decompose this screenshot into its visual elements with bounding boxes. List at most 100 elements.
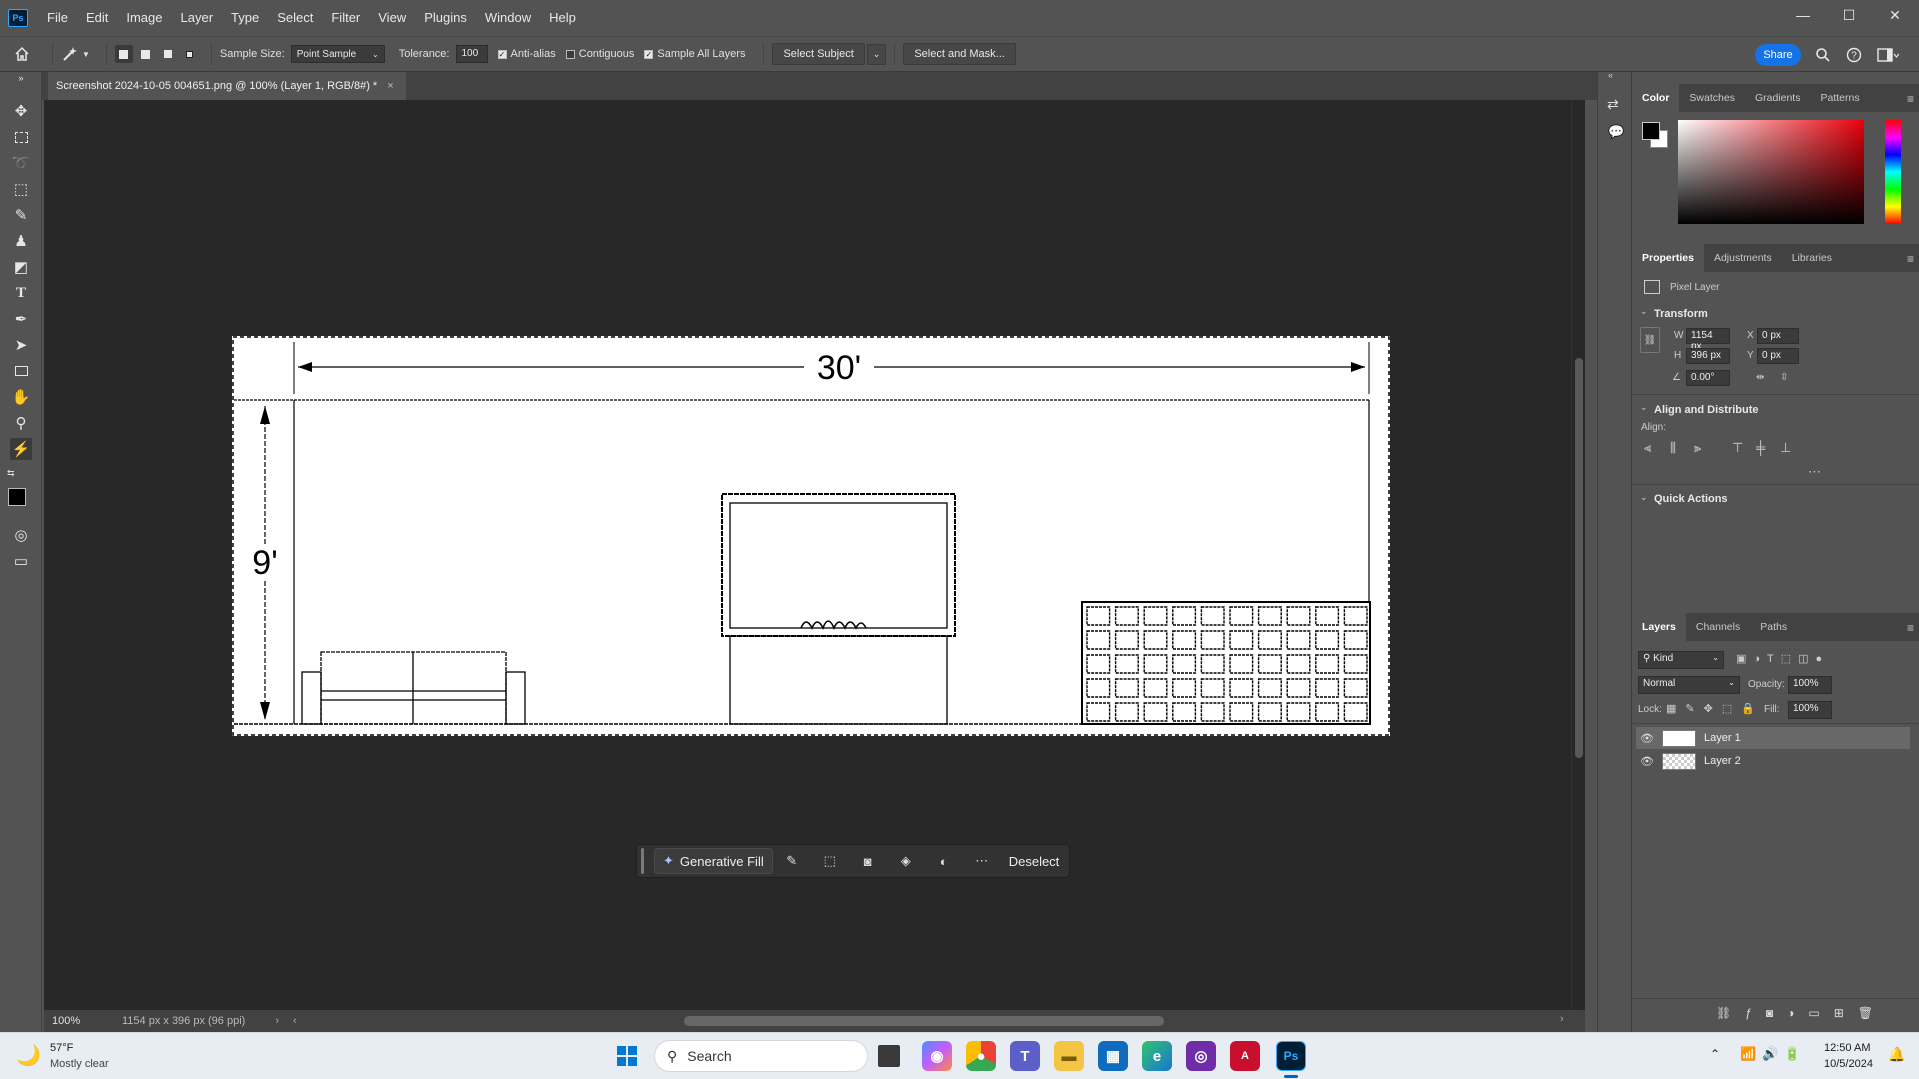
layer-filter-icons[interactable]: ▣◑T⬚◫● [1736,652,1829,665]
copilot-icon[interactable]: ◉ [922,1041,952,1071]
history-icon[interactable]: ⇄ [1607,96,1619,113]
tab-channels[interactable]: Channels [1686,613,1750,641]
sample-all-layers-checkbox[interactable]: ✓ Sample All Layers [644,48,745,60]
sample-size-select[interactable]: Point Sample ⌄ [290,45,385,63]
width-field[interactable]: 1154 px [1686,328,1730,352]
opacity-input[interactable]: 100% [1788,676,1832,694]
invert-selection-icon[interactable]: ⬚ [811,848,849,874]
flip-horizontal-icon[interactable]: ⇹ [1756,372,1764,383]
chevron-right-icon[interactable]: › [275,1015,279,1027]
tab-adjustments[interactable]: Adjustments [1704,244,1782,272]
visibility-eye-icon[interactable]: 👁 [1636,732,1658,745]
tab-libraries[interactable]: Libraries [1782,244,1842,272]
document-image[interactable]: 30' 9' [232,336,1390,736]
menu-layer[interactable]: Layer [172,0,223,36]
select-subject-button[interactable]: Select Subject [772,43,865,65]
clock-time[interactable]: 12:50 AM [1824,1042,1870,1054]
add-to-selection-button[interactable] [137,45,155,63]
adjustment-layer-icon[interactable]: ◐ [925,848,963,874]
layer-name[interactable]: Layer 2 [1704,755,1741,767]
select-subject-dropdown[interactable]: ⌄ [866,43,887,65]
minimize-button[interactable]: — [1780,0,1826,30]
photoshop-taskbar-icon[interactable]: Ps [1276,1041,1306,1071]
move-tool-icon[interactable]: ✥ [10,100,32,122]
document-tab[interactable]: Screenshot 2024-10-05 004651.png @ 100% … [48,72,406,100]
align-top-icon[interactable]: ⊤ [1732,440,1743,456]
horizontal-scroll-thumb[interactable] [684,1016,1164,1026]
workspace-icon[interactable] [1877,47,1899,63]
zoom-tool-icon[interactable]: ⚲ [10,412,32,434]
close-window-button[interactable]: ✕ [1872,0,1918,30]
new-selection-button[interactable] [114,45,133,63]
angle-field[interactable]: 0.00° [1686,370,1730,386]
magic-wand-tool-icon[interactable]: ⚡ [10,438,32,460]
show-hidden-icons[interactable]: ⌃ [1710,1047,1720,1061]
panel-menu-icon[interactable]: ≡ [1907,92,1914,106]
color-saturation-field[interactable] [1678,120,1864,224]
menu-help[interactable]: Help [540,0,585,36]
vertical-scrollbar[interactable] [1571,100,1585,1010]
menu-window[interactable]: Window [476,0,540,36]
layer-row-layer-2[interactable]: 👁 Layer 2 [1636,750,1910,772]
more-options-icon[interactable]: ⋯ [963,848,1001,874]
drag-handle[interactable] [641,848,644,874]
vertical-scroll-thumb[interactable] [1575,358,1583,758]
menu-edit[interactable]: Edit [77,0,117,36]
path-selection-tool-icon[interactable]: ➤ [10,334,32,356]
taskbar-search[interactable]: ⚲ Search [654,1040,868,1072]
layer-row-layer-1[interactable]: 👁 Layer 1 [1636,727,1910,749]
tab-properties[interactable]: Properties [1632,244,1704,272]
visibility-eye-icon[interactable]: 👁 [1636,755,1658,768]
help-icon[interactable]: ? [1846,47,1862,63]
foreground-color-swatch[interactable] [8,488,26,506]
maximize-button[interactable]: ☐ [1826,0,1872,30]
weather-desc[interactable]: Mostly clear [50,1058,109,1070]
type-tool-icon[interactable]: T [10,282,32,304]
panel-menu-icon[interactable]: ≡ [1907,252,1914,266]
tab-swatches[interactable]: Swatches [1679,84,1745,112]
more-align-options-icon[interactable]: ⋯ [1808,464,1821,480]
search-icon[interactable] [1815,47,1831,63]
tab-paths[interactable]: Paths [1750,613,1797,641]
marquee-tool-icon[interactable] [10,126,32,148]
stamp-tool-icon[interactable]: ♟ [10,230,32,252]
tool-preset-picker[interactable]: ▼ [61,45,90,63]
menu-view[interactable]: View [369,0,415,36]
tab-gradients[interactable]: Gradients [1745,84,1811,112]
screen-mode-icon[interactable]: ▭ [10,550,32,572]
pen-tool-icon[interactable]: ✒ [10,308,32,330]
close-tab-icon[interactable]: × [387,80,393,92]
subtract-from-selection-button[interactable] [159,45,177,63]
lasso-tool-icon[interactable]: ➰ [10,152,32,174]
select-and-mask-button[interactable]: Select and Mask... [903,43,1016,65]
tolerance-input[interactable]: 100 [455,45,488,63]
align-middle-icon[interactable]: ╪ [1756,440,1765,455]
mask-icon[interactable]: ◙ [849,848,887,874]
menu-filter[interactable]: Filter [322,0,369,36]
canvas-area[interactable]: 30' 9' ✦ Generative Fill ✎ ⬚ ◙ ◈ ◐ ⋯ Des… [44,100,1571,1010]
acrobat-icon[interactable]: A [1230,1041,1260,1071]
eraser-tool-icon[interactable]: ◩ [10,256,32,278]
lock-icons[interactable]: ▦✎✥⬚🔒 [1666,702,1764,715]
swap-colors-icon[interactable]: ⇆ [7,468,15,479]
volume-icon[interactable]: 🔊 [1762,1046,1778,1062]
fill-bucket-icon[interactable]: ◈ [887,848,925,874]
hand-tool-icon[interactable]: ✋ [10,386,32,408]
y-field[interactable]: 0 px [1757,348,1799,364]
contiguous-checkbox[interactable]: Contiguous [565,48,634,60]
menu-plugins[interactable]: Plugins [415,0,476,36]
layer-actions-toolbar[interactable]: ⛓ƒ◙◑▭⊞🗑 [1716,1006,1887,1020]
tab-layers[interactable]: Layers [1632,613,1686,641]
menu-type[interactable]: Type [222,0,268,36]
tab-patterns[interactable]: Patterns [1810,84,1869,112]
wifi-icon[interactable]: 📶 [1740,1046,1756,1062]
chrome-icon[interactable]: ● [966,1041,996,1071]
weather-icon[interactable]: 🌙 [16,1043,41,1068]
intersect-selection-button[interactable] [181,45,199,63]
collapse-chevron-icon[interactable]: ⌄ [1640,306,1648,317]
hue-slider[interactable] [1885,120,1901,224]
rectangle-tool-icon[interactable] [10,360,32,382]
app-icon[interactable]: ◎ [1186,1041,1216,1071]
brush-modify-icon[interactable]: ✎ [773,848,811,874]
scroll-right-icon[interactable]: › [1560,1013,1564,1025]
